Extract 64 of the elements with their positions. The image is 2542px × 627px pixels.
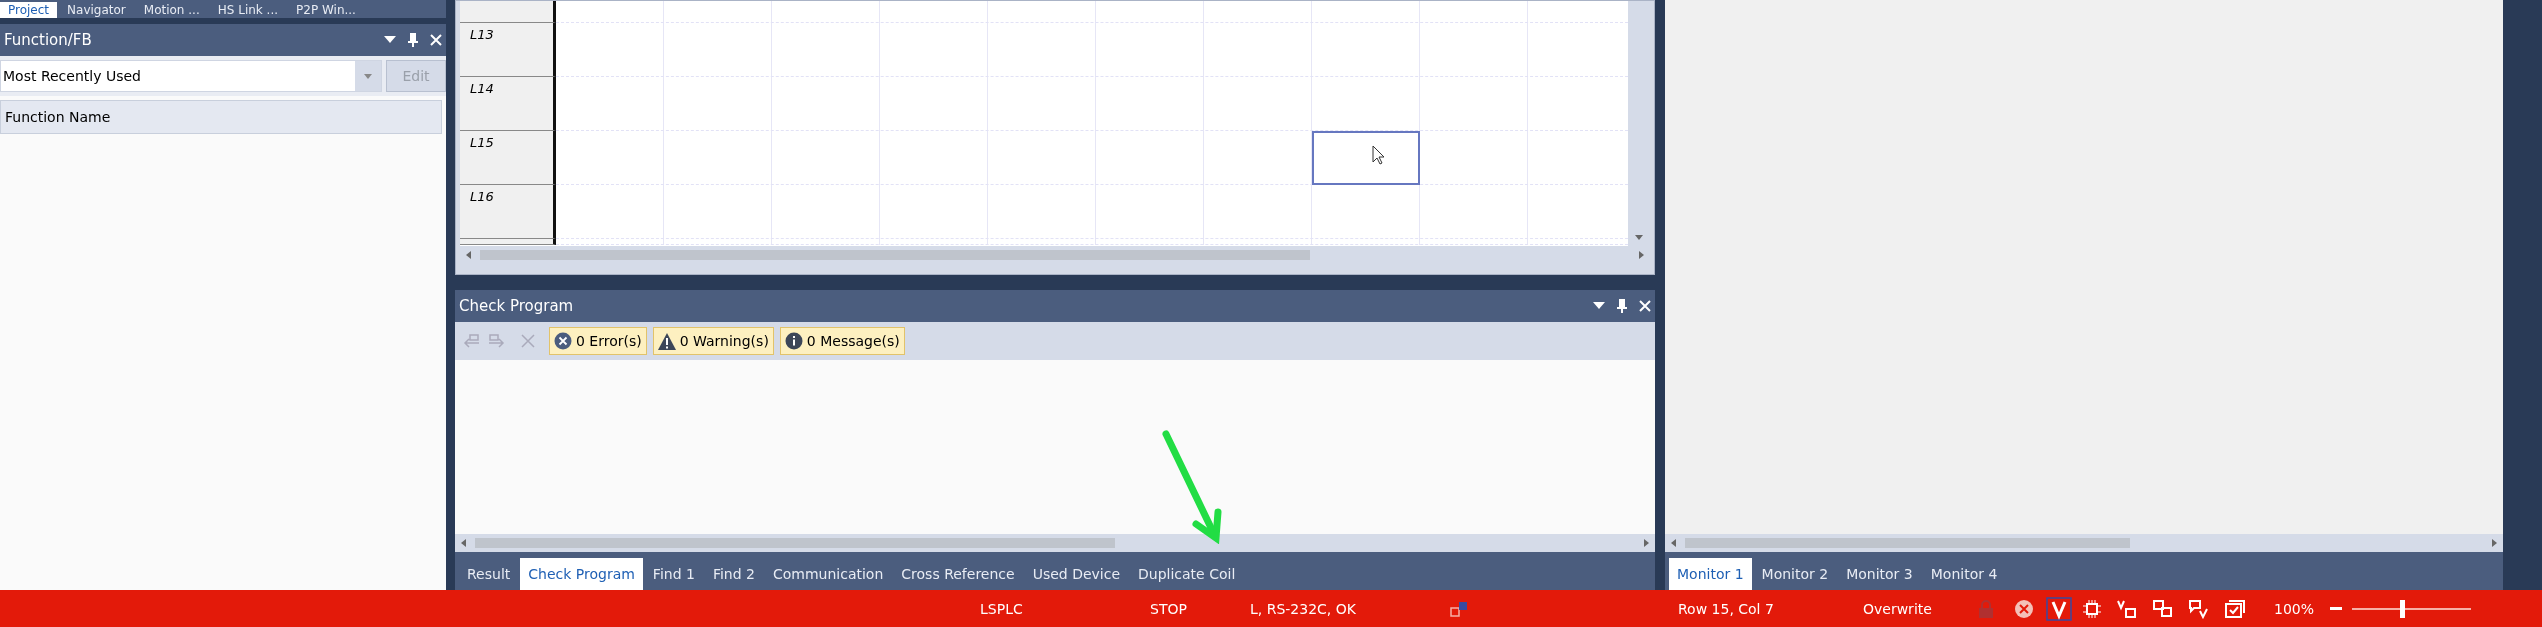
window-check-icon[interactable] <box>2224 598 2246 619</box>
plc-mode: STOP <box>1150 600 1188 617</box>
monitor-tab[interactable]: Monitor 3 <box>1838 558 1921 590</box>
connection-icon <box>1450 600 1468 617</box>
scroll-left-icon[interactable] <box>459 538 469 548</box>
mouse-pointer-icon <box>1372 145 1386 165</box>
panel-tab[interactable]: Navigator <box>59 2 134 18</box>
zoom-slider-thumb[interactable] <box>2399 599 2405 618</box>
scroll-down-icon[interactable] <box>1634 232 1644 242</box>
filter-toggle[interactable]: 0 Message(s) <box>779 327 905 355</box>
scroll-right-icon[interactable] <box>1641 538 1651 548</box>
output-tab[interactable]: Check Program <box>520 558 643 590</box>
close-icon[interactable] <box>430 34 442 46</box>
panel-tab[interactable]: Project <box>0 2 58 18</box>
chip-icon[interactable] <box>2082 598 2102 619</box>
horizontal-scrollbar[interactable] <box>455 534 1655 552</box>
input-mode: Overwrite <box>1863 600 1933 617</box>
monitor-tab[interactable]: Monitor 4 <box>1922 558 2006 590</box>
rung-number: L15 <box>460 131 556 185</box>
info-icon <box>784 332 803 350</box>
output-tab[interactable]: Cross Reference <box>893 558 1023 590</box>
filter-toggle[interactable]: 0 Error(s) <box>549 327 647 355</box>
horizontal-scrollbar[interactable] <box>1665 534 2503 552</box>
comment-check-icon[interactable] <box>2188 598 2210 619</box>
panel-title: Function/FB <box>4 31 92 49</box>
rung-number: L16 <box>460 185 556 239</box>
category-dropdown[interactable]: Most Recently Used <box>0 60 382 92</box>
scroll-right-icon[interactable] <box>2489 538 2499 548</box>
output-tab[interactable]: Duplicate Coil <box>1130 558 1244 590</box>
panel-tab[interactable]: HS Link ... <box>209 2 287 18</box>
verify-icon[interactable] <box>2046 596 2072 621</box>
output-tab[interactable]: Communication <box>764 558 892 590</box>
panel-tab[interactable]: P2P Win... <box>288 2 364 18</box>
scroll-right-icon[interactable] <box>1636 250 1646 260</box>
connection-status: L, RS-232C, OK <box>1250 600 1357 617</box>
error-icon[interactable] <box>2014 598 2034 619</box>
device-icon[interactable] <box>2116 598 2138 619</box>
output-tab[interactable]: Result <box>459 558 519 590</box>
scroll-left-icon[interactable] <box>1669 538 1679 548</box>
panel-title: Check Program <box>459 297 574 315</box>
dropdown-caret-icon <box>364 73 372 79</box>
warning-icon <box>657 332 676 350</box>
plc-type: LSPLC <box>980 600 1024 617</box>
scroll-left-icon[interactable] <box>464 250 474 260</box>
filter-toggle[interactable]: 0 Warning(s) <box>652 327 774 355</box>
monitor-tab[interactable]: Monitor 1 <box>1669 558 1752 590</box>
close-icon[interactable] <box>1639 300 1651 312</box>
zoom-level: 100% <box>2274 600 2316 617</box>
pin-icon[interactable] <box>408 33 418 47</box>
monitor-tab[interactable]: Monitor 2 <box>1753 558 1837 590</box>
column-header[interactable]: Function Name <box>0 100 442 134</box>
error-icon <box>554 332 572 350</box>
panel-tab[interactable]: Motion ... <box>135 2 208 18</box>
output-tab[interactable]: Used Device <box>1024 558 1128 590</box>
dropdown-icon[interactable] <box>384 36 396 44</box>
output-tab[interactable]: Find 1 <box>644 558 703 590</box>
dropdown-icon[interactable] <box>1593 302 1605 310</box>
output-tab[interactable]: Find 2 <box>704 558 763 590</box>
rung-number: L14 <box>460 77 556 131</box>
pin-icon[interactable] <box>1617 299 1627 313</box>
zoom-out-icon[interactable] <box>2330 606 2342 611</box>
rung-number: L13 <box>460 23 556 77</box>
modules-icon[interactable] <box>2152 598 2174 619</box>
cursor-position: Row 15, Col 7 <box>1678 600 1775 617</box>
